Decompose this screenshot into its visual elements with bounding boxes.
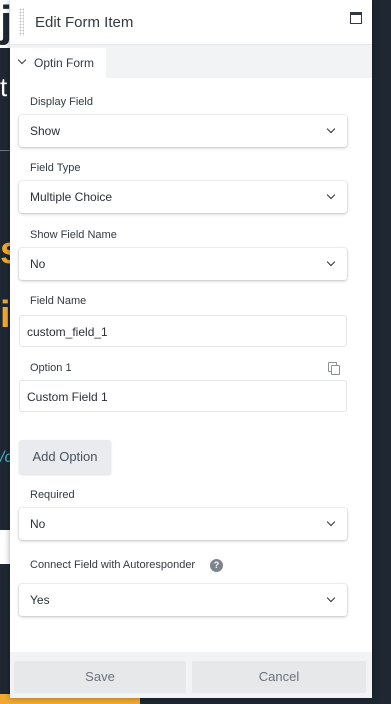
select-value: Yes xyxy=(30,593,50,607)
modal-title: Edit Form Item xyxy=(35,14,134,31)
field-type-label: Field Type xyxy=(30,162,81,174)
connect-autoresponder-select[interactable]: Yes xyxy=(19,584,347,616)
modal-footer: Save Cancel xyxy=(10,652,372,698)
drag-handle-icon[interactable] xyxy=(19,8,24,36)
tab-bar: Optin Form xyxy=(10,48,372,78)
background-text-fragment: t xyxy=(0,72,8,102)
connect-autoresponder-label: Connect Field with Autoresponder xyxy=(30,559,196,571)
required-select[interactable]: No xyxy=(19,508,347,540)
maximize-icon[interactable] xyxy=(350,12,362,24)
option-1-input[interactable]: Custom Field 1 xyxy=(19,380,347,412)
show-field-name-label: Show Field Name xyxy=(30,229,117,241)
field-type-select[interactable]: Multiple Choice xyxy=(19,181,347,213)
select-value: Show xyxy=(30,124,61,138)
chevron-down-icon xyxy=(326,124,336,134)
save-button[interactable]: Save xyxy=(14,661,186,693)
add-option-button[interactable]: Add Option xyxy=(19,440,111,474)
field-name-label: Field Name xyxy=(30,295,87,307)
chevron-down-icon xyxy=(326,593,336,603)
input-value: custom_field_1 xyxy=(27,325,108,339)
chevron-down-icon xyxy=(17,55,27,65)
background-text-fragment: i xyxy=(0,294,11,336)
chevron-down-icon xyxy=(326,190,336,200)
required-label: Required xyxy=(30,489,75,501)
select-value: No xyxy=(30,517,46,531)
modal-header[interactable]: Edit Form Item xyxy=(10,0,372,45)
tab-label: Optin Form xyxy=(34,56,95,70)
select-value: Multiple Choice xyxy=(30,190,113,204)
option-1-label: Option 1 xyxy=(30,362,72,374)
chevron-down-icon xyxy=(326,257,336,267)
tab-optin-form[interactable]: Optin Form xyxy=(10,48,106,78)
field-name-input[interactable]: custom_field_1 xyxy=(19,315,347,347)
display-field-label: Display Field xyxy=(30,96,93,108)
help-icon[interactable]: ? xyxy=(210,559,223,572)
form-body: Display Field Show Field Type Multiple C… xyxy=(10,78,372,652)
select-value: No xyxy=(30,257,46,271)
display-field-select[interactable]: Show xyxy=(19,115,347,147)
show-field-name-select[interactable]: No xyxy=(19,248,347,280)
cancel-button[interactable]: Cancel xyxy=(192,661,366,693)
background-button xyxy=(0,530,10,564)
input-value: Custom Field 1 xyxy=(27,390,108,404)
background-divider xyxy=(0,150,10,151)
chevron-down-icon xyxy=(326,517,336,527)
edit-form-item-modal: Edit Form Item Optin Form Display Field … xyxy=(10,0,372,698)
copy-icon[interactable] xyxy=(328,362,340,375)
